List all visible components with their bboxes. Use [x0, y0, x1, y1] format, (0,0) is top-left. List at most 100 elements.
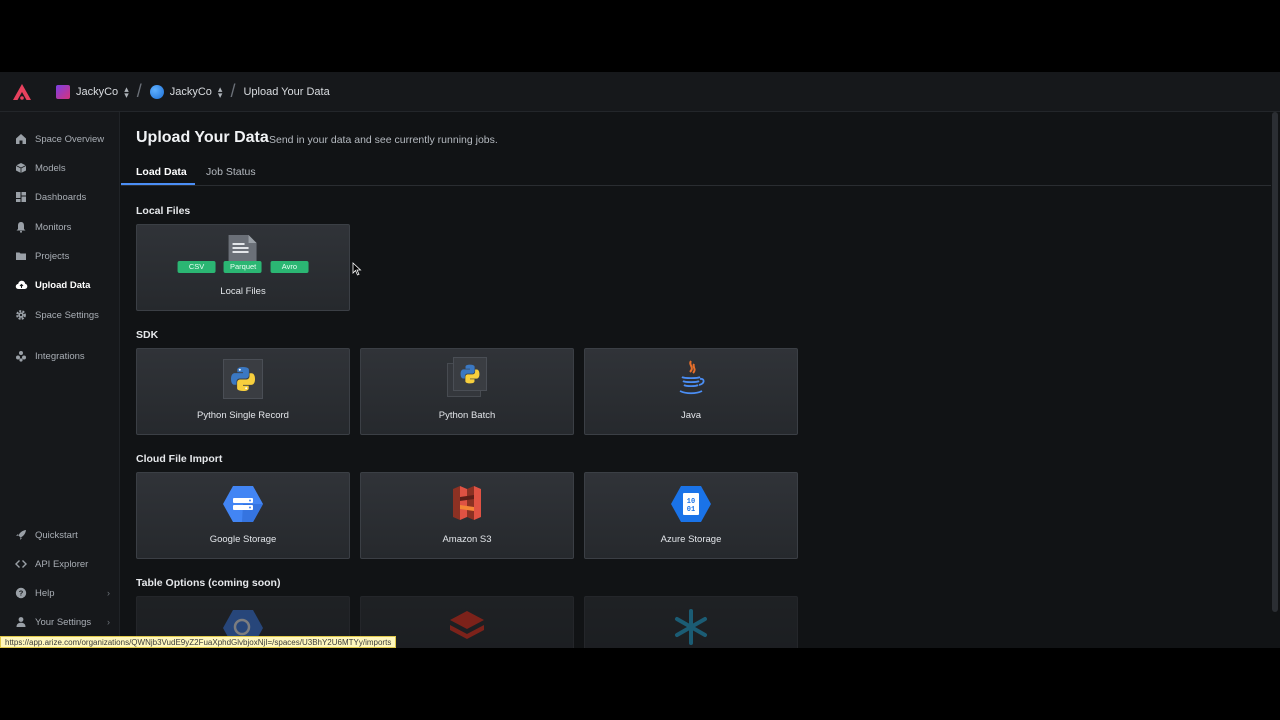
arize-logo[interactable] [0, 72, 44, 112]
section-label-table-options: Table Options (coming soon) [136, 577, 281, 589]
sidebar-item-label: Projects [35, 250, 70, 262]
chip-parquet: Parquet [224, 261, 262, 273]
local-files-card[interactable]: CSV Parquet Avro Local Files [136, 224, 350, 311]
sidebar-item-quickstart[interactable]: Quickstart [0, 522, 120, 548]
cloud-upload-icon [14, 278, 28, 292]
breadcrumb-separator: / [230, 81, 236, 101]
section-label-local-files: Local Files [136, 205, 191, 217]
top-bar: JackyCo ▴ ▾ / JackyCo ▴ ▾ / Upload Your Da… [0, 72, 1280, 112]
sidebar-item-label: Your Settings [35, 616, 92, 628]
org-switcher[interactable]: JackyCo ▴ ▾ [56, 83, 129, 100]
help-icon: ? [14, 586, 28, 600]
cube-icon [14, 161, 28, 175]
section-label-cloud-file-import: Cloud File Import [136, 453, 223, 465]
sidebar-item-label: API Explorer [35, 558, 89, 570]
chip-csv: CSV [177, 261, 216, 273]
snowflake-icon [675, 609, 707, 645]
card-label: Amazon S3 [442, 534, 492, 545]
sidebar-item-label: Integrations [35, 350, 85, 362]
org-icon [56, 84, 70, 99]
chevron-right-icon: › [107, 617, 110, 627]
sidebar-item-space-overview[interactable]: Space Overview [0, 126, 120, 152]
sidebar-item-monitors[interactable]: Monitors [0, 214, 120, 240]
card-label: Python Batch [438, 410, 496, 421]
active-tab-indicator [121, 183, 195, 185]
card-label: Local Files [220, 286, 266, 297]
python-single-record-card[interactable]: Python Single Record [136, 348, 350, 435]
local-files-art: CSV Parquet Avro [176, 235, 311, 274]
sidebar-item-space-settings[interactable]: Space Settings [0, 302, 120, 328]
snowflake-art [671, 607, 711, 647]
sidebar-item-label: Upload Data [35, 279, 91, 291]
gear-icon [14, 308, 28, 322]
sidebar-item-api-explorer[interactable]: API Explorer [0, 551, 120, 577]
svg-text:10: 10 [687, 498, 695, 506]
sidebar-item-upload-data[interactable]: Upload Data [0, 272, 120, 298]
sidebar-item-your-settings[interactable]: Your Settings › [0, 609, 120, 635]
sidebar-item-label: Monitors [35, 221, 72, 233]
grid-icon [14, 190, 28, 204]
section-label-sdk: SDK [136, 329, 159, 341]
breadcrumb-current-page: Upload Your Data [243, 86, 329, 98]
mouse-cursor-icon [352, 262, 362, 276]
space-name: JackyCo [169, 85, 212, 98]
amazon-s3-card[interactable]: Amazon S3 [360, 472, 574, 559]
google-storage-card[interactable]: Google Storage [136, 472, 350, 559]
amazon-s3-art [450, 483, 484, 523]
java-icon [679, 360, 705, 395]
rocket-icon [14, 528, 28, 542]
card-label: Python Single Record [197, 410, 289, 421]
tab-bar: Load Data Job Status [121, 158, 1271, 186]
scrollbar[interactable] [1272, 112, 1278, 612]
puzzle-icon [14, 349, 28, 363]
main-content: Upload Your Data Send in your data and s… [121, 112, 1271, 648]
chevron-right-icon: › [107, 588, 110, 598]
card-label: Java [680, 410, 702, 421]
app-window: JackyCo ▴ ▾ / JackyCo ▴ ▾ / Upload Your Da… [0, 72, 1280, 648]
card-label: Azure Storage [660, 534, 722, 545]
sidebar-item-label: Space Overview [35, 133, 105, 145]
page-subtitle: Send in your data and see currently runn… [269, 134, 498, 146]
folder-icon [14, 249, 28, 263]
tab-job-status[interactable]: Job Status [206, 166, 256, 178]
chip-avro: Avro [270, 261, 309, 273]
breadcrumb-separator: / [136, 81, 142, 101]
status-bar-url: https://app.arize.com/organizations/QWNj… [0, 636, 397, 648]
google-storage-art [222, 485, 264, 523]
chevron-updown-icon: ▴ ▾ [124, 83, 129, 100]
azure-storage-art: 10 01 [670, 485, 712, 523]
sidebar-item-label: Quickstart [35, 529, 78, 541]
python-batch-card[interactable]: Python Batch [360, 348, 574, 435]
python-icon [231, 367, 255, 391]
org-name: JackyCo [76, 85, 119, 98]
snowflake-card [584, 596, 798, 648]
sidebar: Space Overview Models Dashboards Monitor… [0, 112, 120, 648]
databricks-icon [450, 611, 484, 639]
java-card[interactable]: Java [584, 348, 798, 435]
sidebar-item-label: Dashboards [35, 191, 87, 203]
breadcrumb-page-label: Upload Your Data [243, 85, 330, 98]
python-art [223, 359, 263, 399]
python-icon [460, 364, 480, 384]
databricks-art [447, 607, 487, 647]
user-icon [14, 615, 28, 629]
sidebar-item-integrations[interactable]: Integrations [0, 343, 120, 369]
python-batch-art [447, 357, 487, 397]
sidebar-item-help[interactable]: ? Help › [0, 580, 120, 606]
card-label: Google Storage [209, 534, 277, 545]
sidebar-item-projects[interactable]: Projects [0, 243, 120, 269]
svg-text:?: ? [19, 589, 24, 598]
sidebar-item-dashboards[interactable]: Dashboards [0, 184, 120, 210]
java-art [674, 359, 708, 399]
chevron-updown-icon: ▴ ▾ [217, 83, 223, 100]
sidebar-item-label: Help [35, 587, 55, 599]
sidebar-item-models[interactable]: Models [0, 155, 120, 181]
bell-icon [14, 220, 28, 234]
tab-load-data[interactable]: Load Data [136, 166, 187, 178]
azure-storage-icon: 10 01 [671, 486, 711, 522]
space-switcher[interactable]: JackyCo ▴ ▾ [149, 83, 223, 100]
azure-storage-card[interactable]: 10 01 Azure Storage [584, 472, 798, 559]
space-icon [149, 84, 164, 99]
amazon-s3-icon [453, 486, 481, 520]
page-title: Upload Your Data [136, 129, 269, 146]
